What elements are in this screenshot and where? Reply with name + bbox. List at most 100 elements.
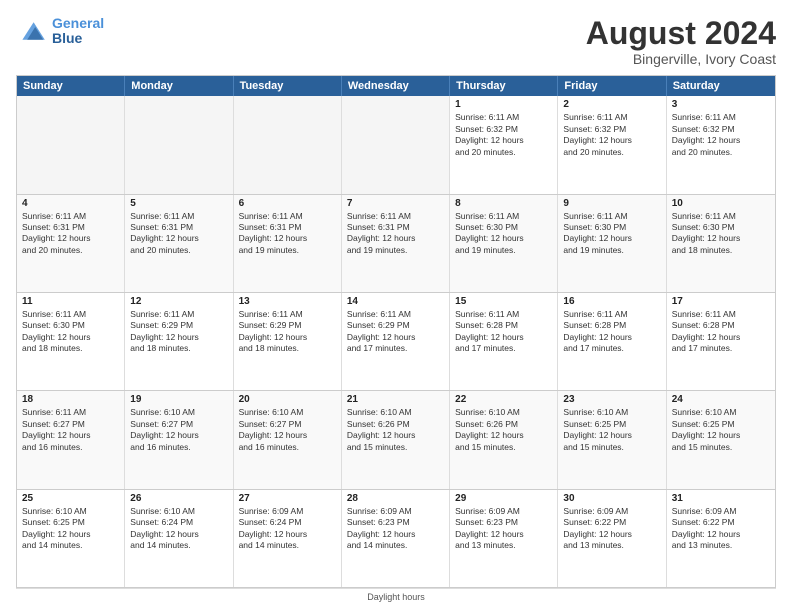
cal-cell: 18 Sunrise: 6:11 AM Sunset: 6:27 PM Dayli… [17,391,125,488]
header-day-thursday: Thursday [450,76,558,96]
cal-cell: 13 Sunrise: 6:11 AM Sunset: 6:29 PM Dayli… [234,293,342,390]
cal-cell: 10 Sunrise: 6:11 AM Sunset: 6:30 PM Dayli… [667,195,775,292]
cal-cell: 28 Sunrise: 6:09 AM Sunset: 6:23 PM Dayli… [342,490,450,587]
cal-cell: 5 Sunrise: 6:11 AM Sunset: 6:31 PM Daylig… [125,195,233,292]
day-number: 11 [22,296,119,307]
day-info: Sunrise: 6:11 AM Sunset: 6:32 PM Dayligh… [672,112,770,158]
day-info: Sunrise: 6:10 AM Sunset: 6:26 PM Dayligh… [455,407,552,453]
cal-cell: 31 Sunrise: 6:09 AM Sunset: 6:22 PM Dayli… [667,490,775,587]
day-number: 2 [563,99,660,110]
cal-cell: 1Sunrise: 6:11 AM Sunset: 6:32 PM Daylig… [450,96,558,193]
footer-note: Daylight hours [16,588,776,604]
day-number: 13 [239,296,336,307]
day-number: 18 [22,394,119,405]
day-number: 1 [455,99,552,110]
day-info: Sunrise: 6:11 AM Sunset: 6:30 PM Dayligh… [455,211,552,257]
day-info: Sunrise: 6:11 AM Sunset: 6:29 PM Dayligh… [347,309,444,355]
cal-cell: 16Sunrise: 6:11 AM Sunset: 6:28 PM Dayli… [558,293,666,390]
cal-row-5: 25 Sunrise: 6:10 AM Sunset: 6:25 PM Dayli… [17,489,775,587]
day-number: 22 [455,394,552,405]
cal-row-4: 18 Sunrise: 6:11 AM Sunset: 6:27 PM Dayli… [17,390,775,488]
cal-cell: 27 Sunrise: 6:09 AM Sunset: 6:24 PM Dayli… [234,490,342,587]
day-info: Sunrise: 6:09 AM Sunset: 6:24 PM Dayligh… [239,506,336,552]
day-info: Sunrise: 6:11 AM Sunset: 6:30 PM Dayligh… [672,211,770,257]
cal-cell [17,96,125,193]
day-info: Sunrise: 6:11 AM Sunset: 6:32 PM Dayligh… [563,112,660,158]
day-info: Sunrise: 6:11 AM Sunset: 6:28 PM Dayligh… [455,309,552,355]
day-info: Sunrise: 6:11 AM Sunset: 6:29 PM Dayligh… [239,309,336,355]
cal-cell [342,96,450,193]
day-info: Sunrise: 6:10 AM Sunset: 6:27 PM Dayligh… [130,407,227,453]
day-number: 31 [672,493,770,504]
day-info: Sunrise: 6:11 AM Sunset: 6:28 PM Dayligh… [563,309,660,355]
page: General Blue August 2024 Bingerville, Iv… [0,0,792,612]
calendar: SundayMondayTuesdayWednesdayThursdayFrid… [16,75,776,588]
day-number: 29 [455,493,552,504]
cal-cell: 22 Sunrise: 6:10 AM Sunset: 6:26 PM Dayli… [450,391,558,488]
day-info: Sunrise: 6:10 AM Sunset: 6:25 PM Dayligh… [22,506,119,552]
cal-cell: 19Sunrise: 6:10 AM Sunset: 6:27 PM Dayli… [125,391,233,488]
cal-cell: 12Sunrise: 6:11 AM Sunset: 6:29 PM Dayli… [125,293,233,390]
logo: General Blue [16,16,104,47]
cal-row-3: 11 Sunrise: 6:11 AM Sunset: 6:30 PM Dayli… [17,292,775,390]
cal-cell: 24Sunrise: 6:10 AM Sunset: 6:25 PM Dayli… [667,391,775,488]
day-number: 26 [130,493,227,504]
logo-line1: General [52,15,104,31]
header-day-friday: Friday [558,76,666,96]
day-number: 17 [672,296,770,307]
cal-cell: 7Sunrise: 6:11 AM Sunset: 6:31 PM Daylig… [342,195,450,292]
day-number: 24 [672,394,770,405]
header-day-wednesday: Wednesday [342,76,450,96]
cal-cell: 30 Sunrise: 6:09 AM Sunset: 6:22 PM Dayli… [558,490,666,587]
logo-icon [16,17,48,45]
day-info: Sunrise: 6:11 AM Sunset: 6:27 PM Dayligh… [22,407,119,453]
cal-cell: 4Sunrise: 6:11 AM Sunset: 6:31 PM Daylig… [17,195,125,292]
day-info: Sunrise: 6:11 AM Sunset: 6:30 PM Dayligh… [563,211,660,257]
cal-cell: 9 Sunrise: 6:11 AM Sunset: 6:30 PM Daylig… [558,195,666,292]
day-info: Sunrise: 6:09 AM Sunset: 6:22 PM Dayligh… [563,506,660,552]
subtitle: Bingerville, Ivory Coast [586,51,776,67]
logo-text: General Blue [52,16,104,47]
day-number: 21 [347,394,444,405]
day-number: 12 [130,296,227,307]
main-title: August 2024 [586,16,776,51]
day-info: Sunrise: 6:11 AM Sunset: 6:31 PM Dayligh… [130,211,227,257]
cal-cell: 23 Sunrise: 6:10 AM Sunset: 6:25 PM Dayli… [558,391,666,488]
header: General Blue August 2024 Bingerville, Iv… [16,16,776,67]
day-info: Sunrise: 6:09 AM Sunset: 6:23 PM Dayligh… [455,506,552,552]
day-number: 23 [563,394,660,405]
day-info: Sunrise: 6:11 AM Sunset: 6:31 PM Dayligh… [22,211,119,257]
calendar-header: SundayMondayTuesdayWednesdayThursdayFrid… [17,76,775,96]
day-number: 20 [239,394,336,405]
cal-cell: 17 Sunrise: 6:11 AM Sunset: 6:28 PM Dayli… [667,293,775,390]
logo-line2: Blue [52,30,82,46]
day-number: 28 [347,493,444,504]
day-info: Sunrise: 6:11 AM Sunset: 6:28 PM Dayligh… [672,309,770,355]
day-info: Sunrise: 6:10 AM Sunset: 6:27 PM Dayligh… [239,407,336,453]
day-number: 3 [672,99,770,110]
day-number: 9 [563,198,660,209]
header-day-tuesday: Tuesday [234,76,342,96]
cal-cell: 3 Sunrise: 6:11 AM Sunset: 6:32 PM Daylig… [667,96,775,193]
header-day-saturday: Saturday [667,76,775,96]
day-number: 25 [22,493,119,504]
day-info: Sunrise: 6:10 AM Sunset: 6:25 PM Dayligh… [563,407,660,453]
day-info: Sunrise: 6:09 AM Sunset: 6:22 PM Dayligh… [672,506,770,552]
day-number: 27 [239,493,336,504]
day-info: Sunrise: 6:11 AM Sunset: 6:30 PM Dayligh… [22,309,119,355]
day-number: 10 [672,198,770,209]
day-info: Sunrise: 6:11 AM Sunset: 6:31 PM Dayligh… [347,211,444,257]
day-info: Sunrise: 6:09 AM Sunset: 6:23 PM Dayligh… [347,506,444,552]
cal-cell: 20 Sunrise: 6:10 AM Sunset: 6:27 PM Dayli… [234,391,342,488]
day-number: 6 [239,198,336,209]
cal-cell [125,96,233,193]
day-info: Sunrise: 6:10 AM Sunset: 6:26 PM Dayligh… [347,407,444,453]
header-day-monday: Monday [125,76,233,96]
cal-cell: 21 Sunrise: 6:10 AM Sunset: 6:26 PM Dayli… [342,391,450,488]
cal-cell: 25 Sunrise: 6:10 AM Sunset: 6:25 PM Dayli… [17,490,125,587]
header-day-sunday: Sunday [17,76,125,96]
day-number: 5 [130,198,227,209]
day-number: 15 [455,296,552,307]
day-number: 30 [563,493,660,504]
day-info: Sunrise: 6:10 AM Sunset: 6:24 PM Dayligh… [130,506,227,552]
